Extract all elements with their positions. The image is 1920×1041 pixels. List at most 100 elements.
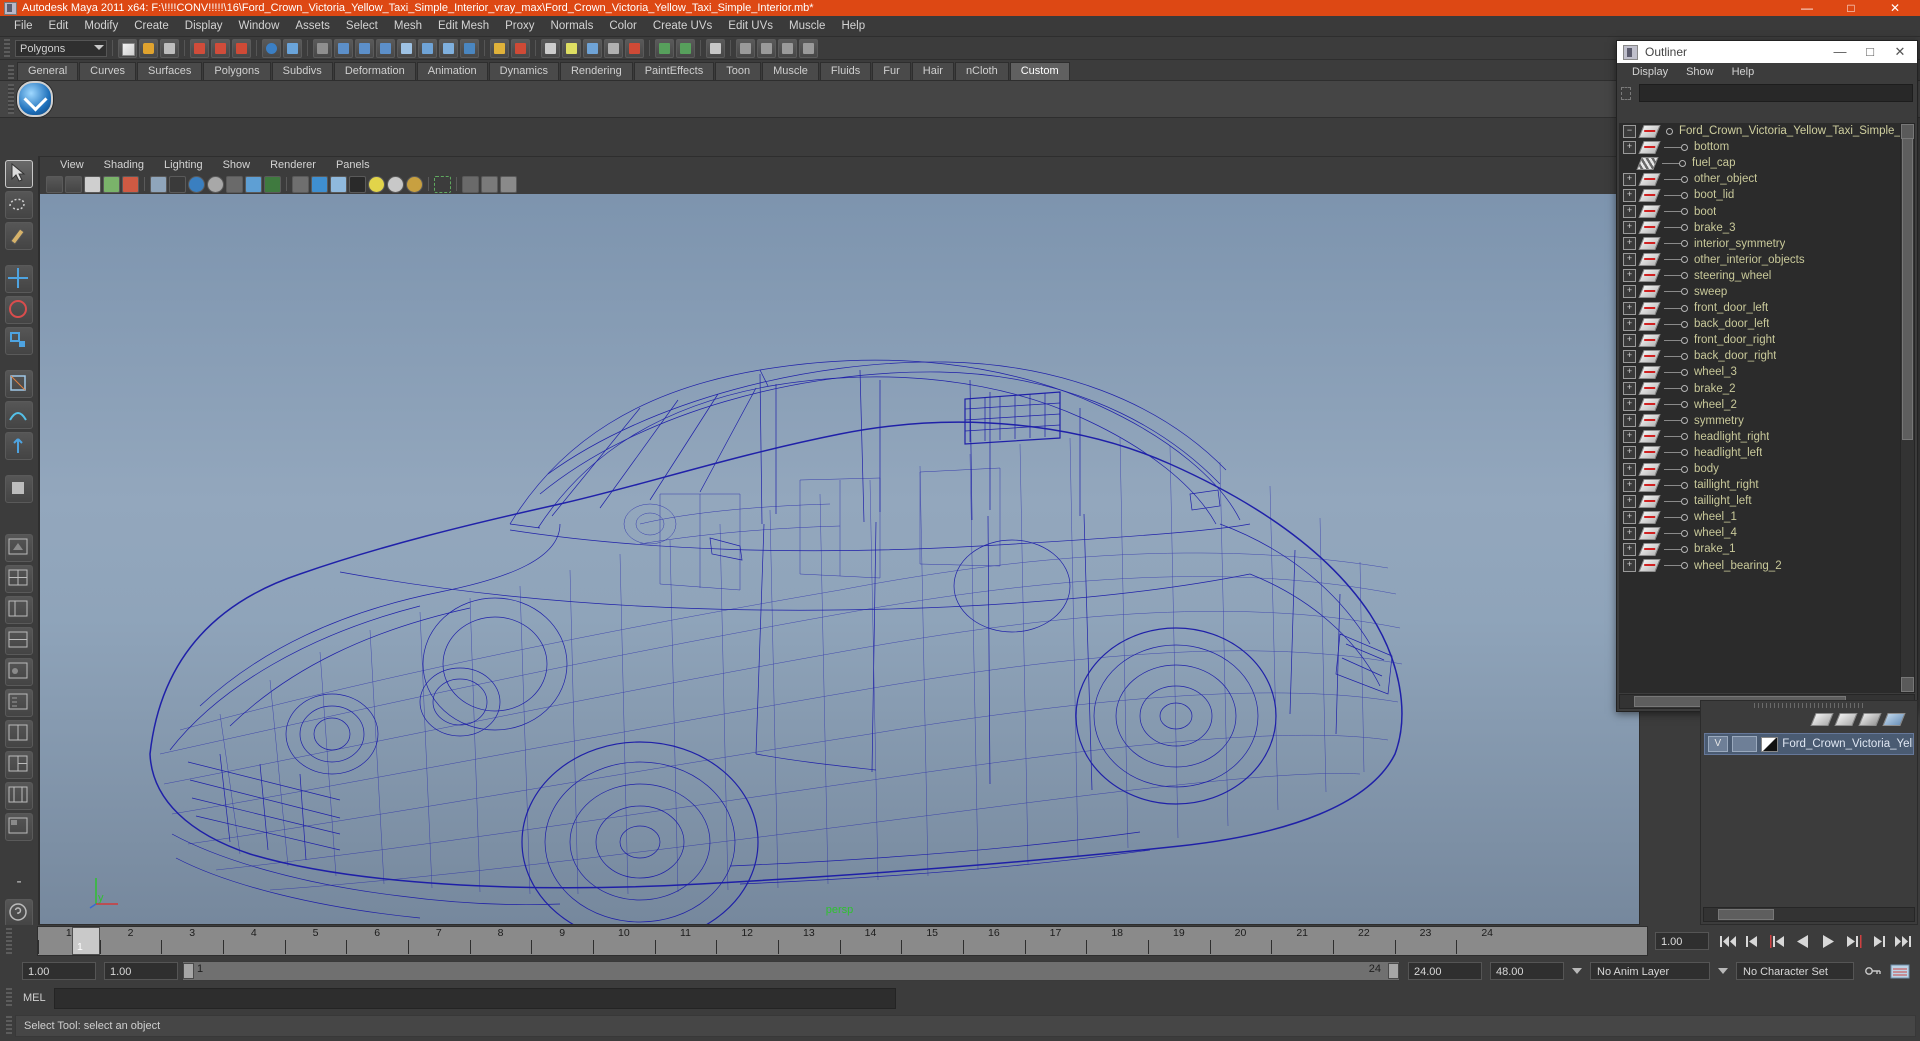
playback-start-time-field[interactable]: 1.00 <box>104 962 178 980</box>
outliner-vertical-scrollbar[interactable] <box>1900 123 1915 693</box>
construction-plane-icon[interactable] <box>460 38 479 58</box>
menu-assets[interactable]: Assets <box>287 16 338 36</box>
undo-icon[interactable] <box>190 38 209 58</box>
outliner-item[interactable]: fuel_cap <box>1619 155 1901 171</box>
shelf-tab-custom[interactable]: Custom <box>1009 62 1070 80</box>
shelf-tab-painteffects[interactable]: PaintEffects <box>633 62 715 80</box>
shelf-row-grip[interactable] <box>8 84 14 114</box>
make-live-icon[interactable] <box>439 38 458 58</box>
outliner-minimize-button[interactable]: — <box>1825 42 1855 62</box>
menu-modify[interactable]: Modify <box>76 16 126 36</box>
outliner-item[interactable]: + brake_2 <box>1619 381 1901 397</box>
step-forward-frame-button[interactable] <box>1844 933 1862 950</box>
ipr-render-icon[interactable] <box>541 38 560 58</box>
hardware-texturing-icon[interactable] <box>349 175 366 193</box>
shelf-tab-polygons[interactable]: Polygons <box>203 62 271 80</box>
panel-drag-handle[interactable] <box>1701 701 1917 709</box>
layer-playback-toggle[interactable] <box>1731 736 1758 752</box>
rotate-tool-button[interactable] <box>5 296 33 324</box>
outliner-persp-layout-button[interactable] <box>5 596 33 624</box>
expand-icon[interactable]: + <box>1623 510 1636 524</box>
expand-icon[interactable]: + <box>1623 237 1636 251</box>
scroll-down-arrow-icon[interactable] <box>1901 677 1914 692</box>
new-scene-icon[interactable] <box>118 38 137 58</box>
expand-icon[interactable]: + <box>1623 430 1636 444</box>
expand-icon[interactable]: + <box>1623 559 1636 573</box>
statusline-grip[interactable] <box>4 39 10 57</box>
window-maximize-button[interactable]: □ <box>1840 1 1862 15</box>
viewport-menu-lighting[interactable]: Lighting <box>154 157 213 174</box>
shelf-tab-surfaces[interactable]: Surfaces <box>136 62 203 80</box>
outliner-item[interactable]: + wheel_1 <box>1619 509 1901 525</box>
anim-layer-chevron-down-icon[interactable] <box>1572 968 1582 974</box>
expand-icon[interactable]: + <box>1623 333 1636 347</box>
display-object-icon[interactable] <box>462 175 479 193</box>
viewport-menu-panels[interactable]: Panels <box>326 157 380 174</box>
outliner-close-button[interactable]: ✕ <box>1885 42 1915 62</box>
shelf-tab-fluids[interactable]: Fluids <box>819 62 872 80</box>
single-perspective-layout-button[interactable] <box>5 534 33 562</box>
outliner-search-input[interactable] <box>1639 84 1913 102</box>
scale-tool-button[interactable] <box>5 327 33 355</box>
range-slider[interactable]: 1 24 <box>182 961 1400 981</box>
outliner-item[interactable]: + wheel_2 <box>1619 397 1901 413</box>
shelf-tab-ncloth[interactable]: nCloth <box>954 62 1009 80</box>
three-pane-layout-button[interactable] <box>5 751 33 779</box>
expand-icon[interactable]: + <box>1623 446 1636 460</box>
shelf-tab-hair[interactable]: Hair <box>911 62 954 80</box>
sidebar-toggle-2-icon[interactable] <box>757 38 776 58</box>
render-view-icon[interactable] <box>490 38 509 58</box>
hypershade-persp-layout-button[interactable] <box>5 627 33 655</box>
expand-icon[interactable]: + <box>1623 317 1636 331</box>
shelf-tab-deformation[interactable]: Deformation <box>333 62 416 80</box>
go-to-start-button[interactable] <box>1719 933 1737 950</box>
expand-icon[interactable]: + <box>1623 462 1636 476</box>
display-link-icon[interactable] <box>500 175 517 193</box>
material-icon[interactable] <box>1858 712 1882 726</box>
layer-editor-hscroll-thumb[interactable] <box>1718 909 1774 920</box>
go-to-end-button[interactable] <box>1894 933 1912 950</box>
expand-icon[interactable]: + <box>1623 414 1636 428</box>
shelf-tab-fur[interactable]: Fur <box>872 62 911 80</box>
expand-icon[interactable]: + <box>1623 494 1636 508</box>
outliner-item[interactable]: + boot <box>1619 203 1901 219</box>
camera-attributes-icon[interactable] <box>65 175 82 193</box>
command-line-input[interactable] <box>53 987 896 1009</box>
shelf-tab-subdivs[interactable]: Subdivs <box>271 62 333 80</box>
outliner-item[interactable]: + headlight_left <box>1619 445 1901 461</box>
outliner-item[interactable]: + back_door_right <box>1619 348 1901 364</box>
four-view-layout-button[interactable] <box>5 565 33 593</box>
outliner-menu-show[interactable]: Show <box>1677 63 1723 81</box>
four-pane-layout-button[interactable] <box>5 782 33 810</box>
snap-to-grid-icon[interactable] <box>313 38 332 58</box>
outliner-item[interactable]: − Ford_Crown_Victoria_Yellow_Taxi_Simple_… <box>1619 123 1901 139</box>
expand-icon[interactable]: + <box>1623 269 1636 283</box>
menu-file[interactable]: File <box>6 16 41 36</box>
sidebar-toggle-1-icon[interactable] <box>736 38 755 58</box>
command-language-label[interactable]: MEL <box>23 992 46 1004</box>
grid-toggle-icon[interactable] <box>150 175 167 193</box>
expand-icon[interactable]: + <box>1623 526 1636 540</box>
snap-to-live-icon[interactable] <box>418 38 437 58</box>
render-current-frame-icon[interactable] <box>511 38 530 58</box>
step-back-keyframe-button[interactable] <box>1744 933 1762 950</box>
outliner-item[interactable]: + steering_wheel <box>1619 268 1901 284</box>
outliner-item[interactable]: + front_door_left <box>1619 300 1901 316</box>
outliner-scroll-thumb[interactable] <box>1902 138 1913 440</box>
move-tool-button[interactable] <box>5 265 33 293</box>
outliner-item[interactable]: + back_door_left <box>1619 316 1901 332</box>
outliner-item[interactable]: + headlight_right <box>1619 429 1901 445</box>
film-gate-icon[interactable] <box>169 175 186 193</box>
outliner-menu-display[interactable]: Display <box>1623 63 1677 81</box>
time-slider[interactable]: 1 1 2 3 4 5 6 7 8 9 10 11 12 13 14 15 16 17 18 19 20 21 22 23 2… <box>37 926 1648 956</box>
xray-joints-icon[interactable] <box>245 175 262 193</box>
use-all-lights-icon[interactable] <box>387 175 404 193</box>
last-tool-used-button[interactable] <box>5 475 33 503</box>
outliner-item[interactable]: + taillight_right <box>1619 477 1901 493</box>
viewport-menu-show[interactable]: Show <box>213 157 261 174</box>
range-end-handle[interactable] <box>1388 963 1399 979</box>
outliner-item[interactable]: + taillight_left <box>1619 493 1901 509</box>
show-manipulator-button[interactable] <box>5 432 33 460</box>
outliner-item[interactable]: + interior_symmetry <box>1619 236 1901 252</box>
outliner-item[interactable]: + wheel_3 <box>1619 364 1901 380</box>
